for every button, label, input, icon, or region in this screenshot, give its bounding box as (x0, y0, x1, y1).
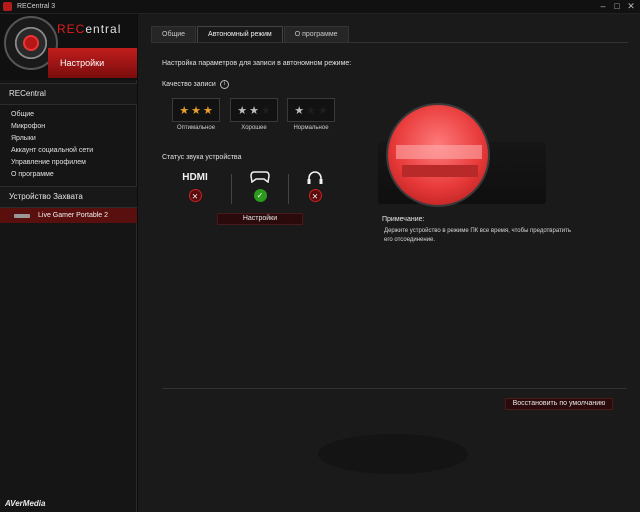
star-icon: ★ (179, 104, 190, 117)
maximize-button[interactable]: □ (610, 1, 624, 12)
quality-option-normal[interactable]: ★ ★ ★ (287, 98, 335, 122)
sidebar-item-profile-management[interactable]: Управление профилем (11, 157, 93, 169)
quality-label: Качество записи i (162, 80, 229, 89)
gamepad-icon (238, 171, 282, 185)
quality-option-optimal[interactable]: ★ ★ ★ (172, 98, 220, 122)
settings-banner: Настройки (48, 48, 137, 78)
sound-source-controller: ✓ (238, 171, 282, 207)
sidebar-section-recentral: RECentral (0, 83, 137, 105)
app-icon (3, 2, 12, 11)
sidebar-item-shortcuts[interactable]: Ярлыки (11, 133, 93, 145)
background-shadow (318, 434, 468, 474)
tab-divider (151, 42, 628, 43)
star-icon: ★ (249, 104, 259, 117)
mic-muted-icon[interactable]: ⨯ (308, 189, 322, 202)
sidebar-item-about[interactable]: О программе (11, 169, 93, 181)
muted-icon[interactable]: ⨯ (188, 189, 202, 202)
star-icon: ★ (317, 104, 328, 117)
headset-icon (293, 171, 337, 185)
device-item[interactable]: Live Gamer Portable 2 (0, 208, 137, 223)
star-icon: ★ (191, 104, 201, 117)
settings-button[interactable]: Настройки (217, 213, 303, 225)
device-zoom-illustration (386, 103, 490, 207)
divider (288, 174, 289, 204)
sidebar-item-microphone[interactable]: Микрофон (11, 121, 93, 133)
note-title: Примечание: (382, 216, 425, 223)
star-icon: ★ (306, 104, 316, 117)
star-icon: ★ (260, 104, 271, 117)
sidebar-section-capture-device: Устройство Захвата (0, 186, 137, 208)
logo-area: RECentral Настройки (0, 14, 137, 80)
footer-divider (162, 388, 627, 389)
check-icon[interactable]: ✓ (253, 189, 267, 202)
quality-caption-normal: Нормальное (293, 125, 329, 131)
sidebar-item-general[interactable]: Общие (11, 109, 93, 121)
quality-caption-optimal: Оптимальное (176, 125, 216, 131)
title-bar: RECentral 3 – □ ✕ (0, 0, 640, 14)
restore-defaults-button[interactable]: Восстановить по умолчанию (505, 398, 613, 410)
main-panel: Общие Автономный режим О программе Настр… (138, 14, 640, 512)
star-icon: ★ (202, 104, 213, 117)
sound-source-headset: ⨯ (293, 171, 337, 207)
tab-standalone-mode[interactable]: Автономный режим (197, 26, 283, 42)
note-text: Держите устройство в режиме ПК все время… (384, 228, 571, 243)
minimize-button[interactable]: – (596, 1, 610, 12)
brand-logo: AVerMedia (5, 499, 46, 508)
star-icon: ★ (237, 104, 248, 117)
sidebar-item-social-account[interactable]: Аккаунт социальной сети (11, 145, 93, 157)
info-icon[interactable]: i (219, 80, 229, 89)
sound-status-label: Статус звука устройства (162, 154, 242, 161)
tab-bar: Общие Автономный режим О программе (151, 26, 350, 42)
sidebar-menu: Общие Микрофон Ярлыки Аккаунт социальной… (11, 109, 93, 181)
sidebar: RECentral Настройки RECentral Общие Микр… (0, 14, 137, 512)
quality-option-good[interactable]: ★ ★ ★ (230, 98, 278, 122)
close-button[interactable]: ✕ (624, 1, 638, 12)
quality-caption-good: Хорошее (241, 125, 267, 131)
hdmi-icon: HDMI (182, 172, 208, 183)
capture-device-icon (14, 213, 30, 218)
window-title: RECentral 3 (17, 3, 56, 10)
sound-source-hdmi: HDMI ⨯ (173, 171, 217, 207)
panel-title: Настройка параметров для записи в автоно… (162, 60, 352, 67)
star-icon: ★ (294, 104, 305, 117)
tab-general[interactable]: Общие (151, 26, 197, 42)
app-logo: RECentral (57, 22, 122, 36)
divider (231, 174, 232, 204)
device-label: Live Gamer Portable 2 (38, 212, 109, 219)
tab-about[interactable]: О программе (283, 26, 349, 42)
